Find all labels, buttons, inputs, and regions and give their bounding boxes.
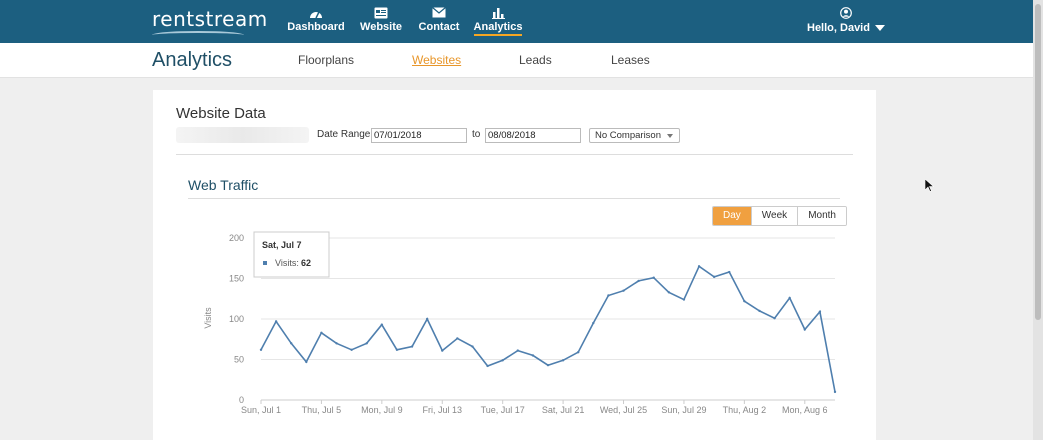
x-tick-label: Mon, Jul 9 xyxy=(361,405,403,415)
y-tick-label: 150 xyxy=(229,274,244,284)
website-icon xyxy=(374,6,388,19)
nav-dashboard[interactable]: Dashboard xyxy=(287,0,345,43)
data-point xyxy=(395,348,399,351)
y-tick-label: 100 xyxy=(229,314,244,324)
data-point xyxy=(637,279,640,283)
data-point xyxy=(697,265,701,268)
x-tick-label: Tue, Jul 17 xyxy=(481,405,525,415)
data-point xyxy=(456,337,459,340)
data-point xyxy=(667,291,671,294)
data-point xyxy=(546,363,550,367)
data-point xyxy=(773,316,776,320)
data-point xyxy=(290,342,293,345)
mouse-cursor-icon xyxy=(924,178,935,197)
chart-tooltip: Sat, Jul 7 Visits: 62 xyxy=(253,231,330,278)
data-point xyxy=(682,298,686,301)
data-point xyxy=(577,351,580,354)
data-point xyxy=(259,348,263,351)
x-tick-label: Sun, Jul 29 xyxy=(661,405,706,415)
tab-floorplans[interactable]: Floorplans xyxy=(298,53,354,67)
tooltip-series-label: Visits: xyxy=(275,258,299,268)
tooltip-title: Sat, Jul 7 xyxy=(262,240,302,250)
nav-label: Dashboard xyxy=(287,21,345,33)
data-point xyxy=(274,320,278,323)
page-title: Analytics xyxy=(152,49,233,71)
data-point xyxy=(758,309,761,313)
data-point xyxy=(622,289,625,292)
data-point xyxy=(410,345,414,348)
data-point xyxy=(592,321,595,325)
data-point xyxy=(652,276,655,279)
user-menu[interactable]: Hello, David xyxy=(807,0,885,43)
data-point xyxy=(350,348,353,351)
data-point xyxy=(425,317,429,321)
web-traffic-chart: 0 50 100 150 200 Sun, Jul 1 Thu, Jul 5 Mon, Ju… xyxy=(203,231,837,415)
rentstream-logo[interactable]: rentstream xyxy=(152,7,268,33)
data-point xyxy=(335,342,338,345)
data-point xyxy=(818,310,822,313)
data-point xyxy=(380,323,384,326)
x-tick-label: Sat, Jul 21 xyxy=(542,405,585,415)
envelope-icon xyxy=(432,6,446,19)
nav-label: Analytics xyxy=(473,21,523,36)
top-navbar: rentstream Dashboard Website Contact Ana… xyxy=(0,0,1033,43)
x-tick-label: Thu, Aug 2 xyxy=(723,405,767,415)
scrollbar-thumb[interactable] xyxy=(1035,4,1041,320)
data-point xyxy=(486,364,489,368)
y-tick-label: 50 xyxy=(234,355,244,365)
data-point xyxy=(728,270,731,274)
x-tick-label: Wed, Jul 25 xyxy=(600,405,647,415)
logo-swoosh xyxy=(152,31,244,39)
data-point xyxy=(471,345,474,348)
data-point xyxy=(833,390,837,394)
data-point xyxy=(743,299,746,303)
nav-label: Contact xyxy=(418,21,460,33)
user-greeting: Hello, David xyxy=(807,22,870,34)
nav-label: Website xyxy=(360,21,402,33)
x-tick-label: Mon, Aug 6 xyxy=(782,405,828,415)
nav-contact[interactable]: Contact xyxy=(418,0,460,43)
data-point xyxy=(516,349,519,352)
data-point xyxy=(501,359,504,362)
tab-leases[interactable]: Leases xyxy=(611,53,650,67)
visits-series-line xyxy=(260,265,836,393)
data-point xyxy=(320,331,323,334)
data-point xyxy=(788,296,791,300)
y-tick-label: 200 xyxy=(229,233,244,243)
data-point xyxy=(712,275,716,279)
x-tick-label: Fri, Jul 13 xyxy=(423,405,463,415)
data-point xyxy=(365,342,368,345)
website-data-card: Website Data Date Range to No Comparison… xyxy=(153,90,876,440)
data-point xyxy=(803,328,806,331)
data-point xyxy=(441,349,444,352)
tab-leads[interactable]: Leads xyxy=(519,53,552,67)
y-axis-label: Visits xyxy=(203,307,213,329)
x-tick-label: Thu, Jul 5 xyxy=(302,405,342,415)
nav-website[interactable]: Website xyxy=(360,0,402,43)
tab-websites[interactable]: Websites xyxy=(412,53,461,67)
logo-text: rentstream xyxy=(152,7,268,31)
sub-navbar: Analytics Floorplans Websites Leads Leas… xyxy=(0,43,1033,78)
tooltip-series-marker xyxy=(263,261,267,265)
user-icon xyxy=(840,7,852,19)
chevron-down-icon xyxy=(874,25,885,32)
y-tick-label: 0 xyxy=(239,395,244,405)
x-tick-label: Sun, Jul 1 xyxy=(241,405,281,415)
data-point xyxy=(305,360,308,364)
data-point xyxy=(531,354,535,357)
bar-chart-icon xyxy=(491,6,505,19)
gauge-icon xyxy=(309,6,323,19)
data-point xyxy=(607,294,610,297)
tooltip-value: 62 xyxy=(301,258,311,268)
data-point xyxy=(561,359,565,362)
nav-analytics[interactable]: Analytics xyxy=(473,0,523,43)
